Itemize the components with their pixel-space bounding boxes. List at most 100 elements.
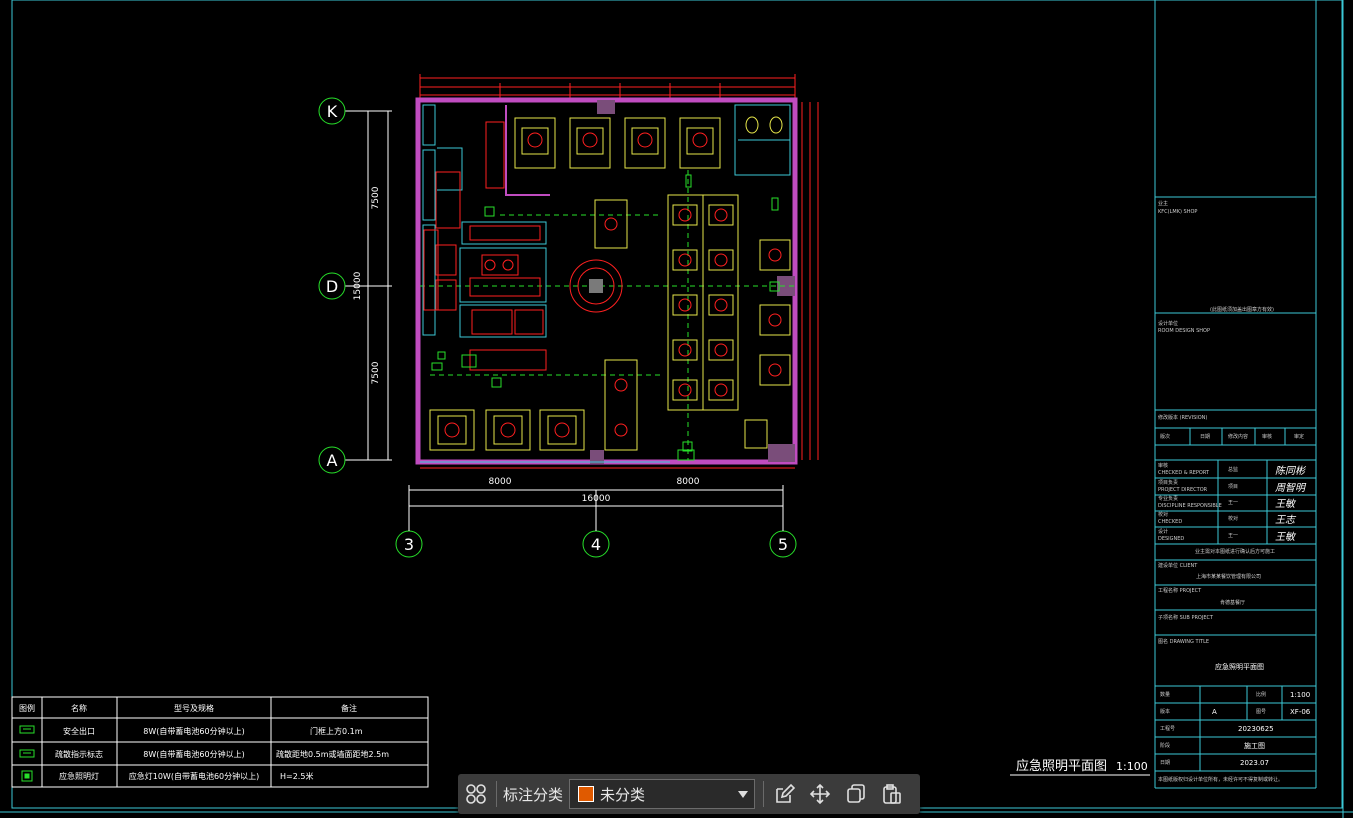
- grid-apps-button[interactable]: [458, 776, 494, 812]
- tb-staff-sub: CHECKED: [1158, 519, 1182, 525]
- paste-button[interactable]: [874, 776, 910, 812]
- tb-staff-role: 设计: [1158, 528, 1168, 535]
- axis-label-a: A: [327, 451, 338, 470]
- toolbar-divider: [496, 781, 497, 807]
- tb-stamp-note: (此图纸须加盖出图章方有效): [1210, 306, 1274, 313]
- dim-bottom-left: 8000: [489, 477, 512, 487]
- booth-column: [667, 194, 739, 411]
- tb-date-value: 2023.07: [1240, 759, 1269, 767]
- dim-bottom-right: 8000: [677, 477, 700, 487]
- legend-header-symbol: 图例: [19, 703, 35, 713]
- tb-rev-header: 版次: [1160, 433, 1170, 440]
- category-select-value: 未分类: [600, 785, 646, 804]
- tb-signature: 王敏: [1275, 531, 1297, 543]
- chevron-down-icon: [738, 791, 749, 798]
- move-button[interactable]: [802, 776, 838, 812]
- tb-revision-label: 修改版本 (REVISION): [1158, 414, 1207, 421]
- tb-date-label: 日期: [1160, 760, 1170, 766]
- axis-bubbles: [318, 97, 797, 558]
- tb-scale-label: 比例: [1256, 691, 1266, 698]
- legend-row-spec: 8W(自带蓄电池60分钟以上): [143, 726, 244, 736]
- tb-staff-sub: CHECKED & REPORT: [1158, 470, 1210, 476]
- legend-row-name: 疏散指示标志: [55, 749, 103, 759]
- toolbar-divider: [763, 781, 765, 807]
- floor-plan[interactable]: [415, 74, 819, 469]
- booths-bottom: [429, 409, 585, 451]
- tb-staff-role: 专业负责: [1158, 495, 1178, 502]
- tb-project-label: 工程名称 PROJECT: [1158, 587, 1202, 594]
- axis-label-5: 5: [778, 535, 788, 554]
- tb-stage-label: 阶段: [1160, 742, 1170, 749]
- dim-left-top: 7500: [371, 186, 381, 209]
- legend-header-note: 备注: [341, 703, 357, 713]
- drawing-scale: 1:100: [1116, 760, 1148, 773]
- tb-staff-role: 校对: [1158, 511, 1168, 518]
- tb-project-no-label: 工程号: [1160, 725, 1175, 732]
- tb-scale-value: 1:100: [1290, 691, 1310, 699]
- tb-version-label: 版本: [1160, 708, 1170, 715]
- tb-rev-header: 日期: [1200, 434, 1210, 440]
- category-select[interactable]: 未分类: [569, 779, 756, 809]
- annotation-toolbar: 标注分类 未分类: [458, 774, 920, 814]
- legend-row-spec: 8W(自带蓄电池60分钟以上): [143, 749, 244, 759]
- tb-client-note: 业主需对本图纸进行确认后方可施工: [1195, 548, 1275, 555]
- edit-button[interactable]: [766, 776, 802, 812]
- legend-row-spec: 应急灯10W(自带蓄电池60分钟以上): [129, 771, 260, 781]
- axis-label-k: K: [327, 102, 338, 121]
- tb-staff-title: 项目: [1228, 484, 1238, 490]
- legend-header-name: 名称: [71, 703, 87, 713]
- legend-row-name: 应急照明灯: [59, 771, 99, 781]
- drawing-title: 应急照明平面图: [1016, 758, 1107, 774]
- tb-drawing-no-label: 图号: [1256, 709, 1266, 715]
- tb-staff-title: 王一: [1228, 533, 1238, 539]
- tb-signature: 周智明: [1275, 482, 1307, 494]
- sheet-border: [11, 0, 1343, 809]
- tb-project-no-value: 20230625: [1238, 725, 1274, 733]
- legend-header-spec: 型号及规格: [174, 703, 214, 713]
- dim-left-bot: 7500: [371, 361, 381, 384]
- dining-tables-top: [514, 117, 721, 169]
- tb-quantity-label: 数量: [1160, 691, 1170, 698]
- tb-signature: 王敏: [1275, 498, 1297, 510]
- left-dimensions: 7500 15000 7500: [345, 110, 392, 461]
- tb-subproject-label: 子项名称 SUB PROJECT: [1158, 614, 1214, 621]
- tb-staff-role: 项目负责: [1158, 479, 1178, 486]
- tb-signature: 陈同彬: [1275, 465, 1307, 477]
- paste-icon: [883, 784, 901, 804]
- tb-signature: 王志: [1275, 514, 1297, 526]
- tb-drawing-title-value: 应急照明平面图: [1215, 662, 1264, 671]
- edit-icon: [776, 783, 796, 803]
- tb-drawing-title-label: 图名 DRAWING TITLE: [1158, 638, 1209, 645]
- tb-rev-header: 审定: [1294, 433, 1304, 440]
- grid-apps-icon: [466, 784, 486, 804]
- tb-footer-note: 本图纸版权归设计单位所有，未经许可不得复制或转让。: [1158, 776, 1283, 783]
- tb-staff-title: 校对: [1228, 515, 1238, 522]
- legend-row-note: 门框上方0.1m: [310, 726, 363, 736]
- legend-row-note: 疏散距地0.5m或墙面距地2.5m: [276, 749, 389, 759]
- tb-client-label: 建设单位 CLIENT: [1158, 562, 1198, 569]
- tb-staff-sub: PROJECT DIRECTOR: [1158, 487, 1208, 493]
- axis-label-4: 4: [591, 535, 601, 554]
- dim-bottom-total: 16000: [582, 494, 611, 504]
- tb-staff-title: 总监: [1228, 466, 1238, 473]
- cad-canvas[interactable]: 7500 15000 7500 K D A 3 4 5 8000 16000 8…: [0, 0, 1353, 818]
- axis-label-d: D: [326, 277, 338, 296]
- tb-rev-header: 审核: [1262, 433, 1272, 440]
- axis-label-3: 3: [404, 535, 414, 554]
- tb-drawing-no-value: XF-06: [1290, 708, 1311, 716]
- dim-left-mid: 15000: [353, 271, 363, 300]
- move-icon: [809, 783, 831, 805]
- tb-staff-sub: DISCIPLINE RESPONSIBLE: [1158, 503, 1222, 509]
- tb-staff-title: 王一: [1228, 500, 1238, 506]
- kitchen: [422, 104, 550, 371]
- tb-rev-header: 修改内容: [1228, 433, 1248, 440]
- copy-icon: [847, 784, 865, 803]
- tb-stage-value: 施工图: [1244, 741, 1265, 750]
- tb-version-value: A: [1212, 708, 1217, 716]
- legend-row-name: 安全出口: [63, 726, 95, 736]
- tb-client-value: 上海市某某餐饮管理有限公司: [1196, 573, 1261, 580]
- tb-project-value: 肯德基餐厅: [1220, 599, 1245, 606]
- bottom-dimensions: [408, 485, 784, 531]
- copy-button[interactable]: [838, 776, 874, 812]
- legend-row-note: H=2.5米: [280, 771, 313, 781]
